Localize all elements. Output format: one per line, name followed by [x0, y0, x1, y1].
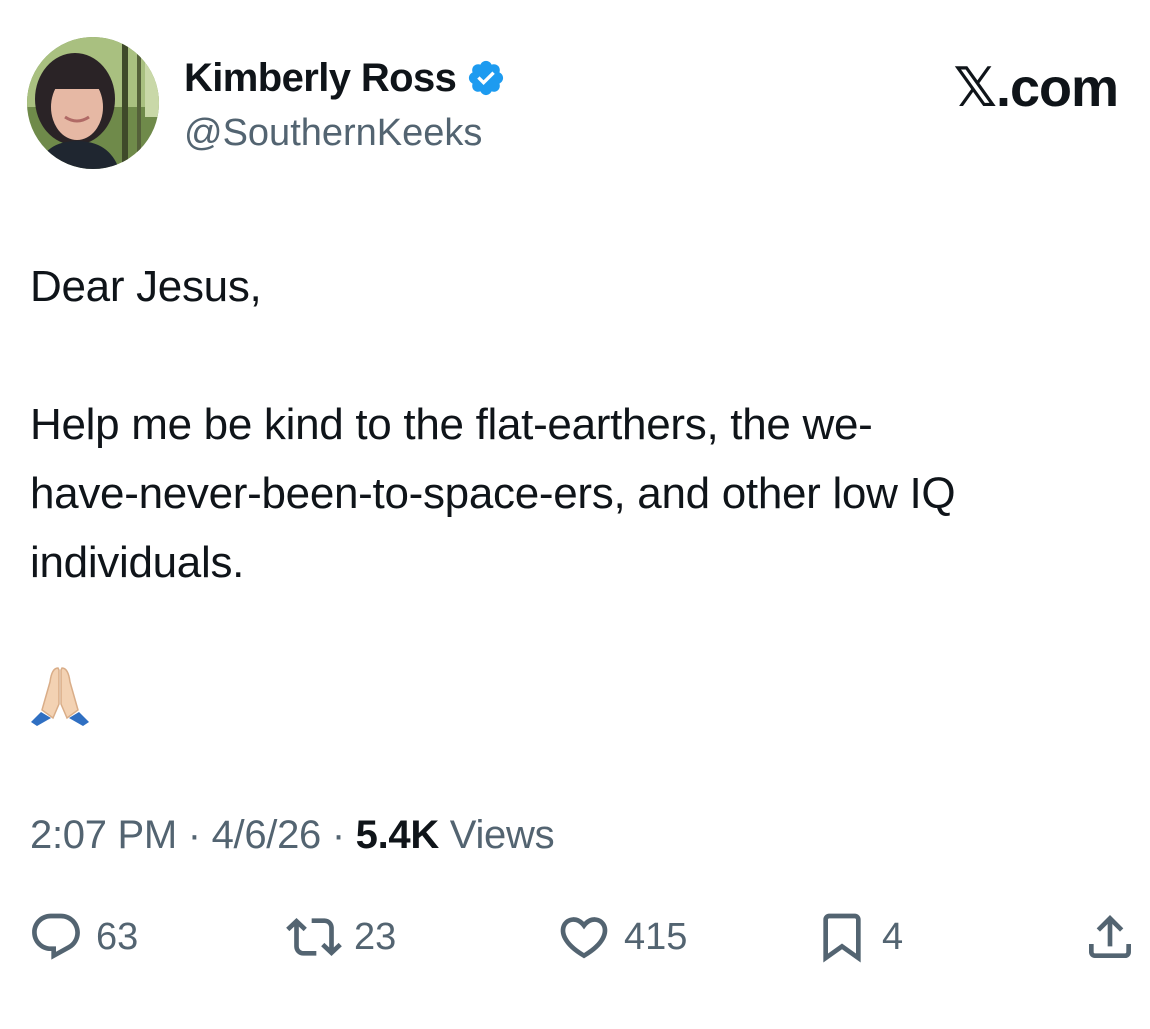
brand-logo: 𝕏.com	[953, 58, 1119, 118]
tweet-line: Help me be kind to the flat-earthers, th…	[30, 400, 873, 449]
reply-icon	[32, 913, 80, 960]
like-count: 415	[624, 915, 688, 958]
tweet-meta: 2:07 PM · 4/6/26 · 5.4K Views	[30, 811, 555, 859]
views-count: 5.4K	[355, 813, 440, 857]
views-label: Views	[449, 813, 555, 857]
repost-count: 23	[354, 915, 397, 958]
share-icon	[1089, 915, 1131, 958]
meta-separator: ·	[331, 813, 345, 857]
bookmark-count: 4	[882, 915, 904, 958]
folded-hands-emoji-icon	[31, 667, 89, 726]
tweet-line: individuals.	[30, 538, 245, 587]
reply-button[interactable]: 63	[28, 905, 138, 969]
meta-separator: ·	[187, 813, 201, 857]
like-button[interactable]: 415	[556, 905, 687, 969]
tweet-text: Dear Jesus, Help me be kind to the flat-…	[30, 252, 1140, 597]
bookmark-icon	[823, 913, 861, 963]
reply-count: 63	[96, 915, 139, 958]
tweet-line: have-never-been-to-space-ers, and other …	[30, 469, 956, 518]
repost-icon	[286, 918, 342, 956]
verified-badge-icon	[469, 60, 504, 96]
avatar[interactable]	[27, 37, 159, 169]
tweet-date[interactable]: 4/6/26	[212, 813, 322, 857]
author-handle[interactable]: @SouthernKeeks	[184, 110, 482, 156]
tweet-line: Dear Jesus,	[30, 262, 262, 311]
bookmark-button[interactable]: 4	[814, 905, 903, 969]
action-bar: 63 23 415 4	[0, 905, 1150, 969]
heart-icon	[560, 917, 608, 959]
repost-button[interactable]: 23	[286, 905, 396, 969]
author-name[interactable]: Kimberly Ross	[184, 54, 457, 102]
tweet-time[interactable]: 2:07 PM	[30, 813, 177, 857]
avatar-photo	[27, 37, 159, 169]
author-name-row[interactable]: Kimberly Ross	[184, 54, 506, 102]
share-button[interactable]	[1082, 905, 1138, 969]
